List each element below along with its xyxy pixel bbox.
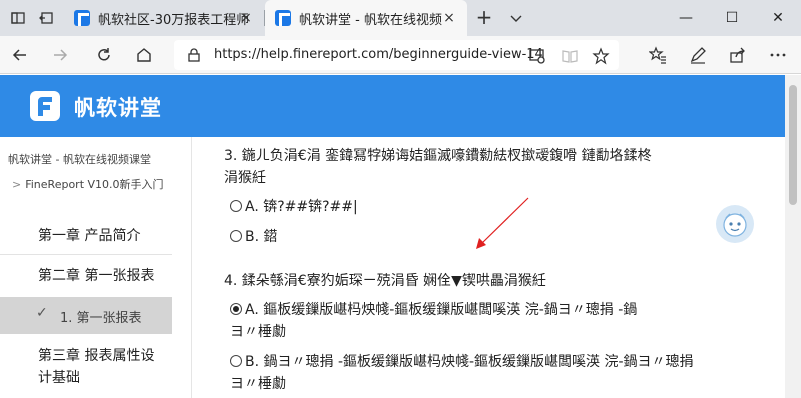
new-tab-button[interactable]: + <box>474 7 494 28</box>
q3-option-b[interactable]: B. 鍣 <box>230 226 278 248</box>
option-label: B. 鍋ヨ〃璁捐 -鏂板缓鏁版嵁杩炴帴-鏂板缓鏁版嵁闆嗘渶 浣-鍋ヨ〃璁捐 <box>245 354 694 370</box>
course-sidebar: 帆软讲堂 - 帆软在线视频课堂 > FineReport V10.0新手入门 第一… <box>0 137 192 398</box>
question-line: 涓猴紝 <box>224 170 266 186</box>
share-icon[interactable] <box>728 45 748 65</box>
course-title: FineReport V10.0新手入门 <box>25 178 164 191</box>
finereport-logo-icon[interactable] <box>29 90 61 122</box>
option-label-continued: ヨ〃棰勮 <box>230 324 286 340</box>
radio-button-selected[interactable] <box>230 303 242 315</box>
more-menu-icon[interactable] <box>768 45 788 65</box>
q3-option-a[interactable]: A. 锛?##锛?##| <box>230 196 358 218</box>
close-window-button[interactable]: ✕ <box>755 0 801 36</box>
url-text[interactable]: https://help.finereport.com/beginnerguid… <box>214 47 543 62</box>
minimize-button[interactable]: — <box>663 0 709 36</box>
radio-button[interactable] <box>230 355 242 367</box>
quiz-content: 3. 鍦ㄦ负涓€涓 銮鍏冩牸娣诲姞鏂滅嚎鐨勬紶杈撳叆鍑嗗 鏈勫垎鍒柊 涓猴紝 A… <box>193 137 785 398</box>
sidebar-item-lesson-active[interactable]: ✓ 1. 第一张报表 <box>0 297 172 334</box>
home-icon[interactable] <box>134 45 154 65</box>
tab-actions-icon[interactable] <box>8 8 28 28</box>
forward-arrow-icon[interactable] <box>50 45 70 65</box>
tab-title: 帆软社区-30万报表工程师、 <box>98 12 248 28</box>
breadcrumb[interactable]: 帆软讲堂 - 帆软在线视频课堂 <box>8 151 151 167</box>
q4-option-a[interactable]: A. 鏂板缓鏁版嵁杩炴帴-鏂板缓鏁版嵁闆嗘渶 浣-鍋ヨ〃璁捐 -鍋 ヨ〃棰勮 <box>230 299 637 343</box>
web-note-pen-icon[interactable] <box>688 45 708 65</box>
sidebar-item-label: 第二章 第一张报表 <box>38 268 155 284</box>
favorite-star-icon[interactable] <box>592 47 610 65</box>
site-header: 帆软讲堂 <box>0 75 785 137</box>
finereport-favicon-icon <box>74 10 90 26</box>
question-3-text: 3. 鍦ㄦ负涓€涓 銮鍏冩牸娣诲姞鏂滅嚎鐨勬紶杈撳叆鍑嗗 鏈勫垎鍒柊 涓猴紝 <box>224 145 652 189</box>
browser-window: 帆软社区-30万报表工程师、 × 帆软讲堂 - 帆软在线视频 × + — ☐ ✕ <box>0 0 801 398</box>
option-label-continued: ヨ〃棰勮 <box>230 376 286 392</box>
tab-close-icon[interactable]: × <box>441 10 457 26</box>
chevron-right-icon: > <box>12 178 22 191</box>
back-arrow-icon[interactable] <box>10 45 30 65</box>
divider <box>0 254 172 255</box>
sidebar-item-chapter-1[interactable]: 第一章 产品简介 <box>0 225 172 245</box>
sidebar-item-label: 第一章 产品简介 <box>38 228 141 244</box>
reading-view-icon[interactable] <box>561 47 579 65</box>
radio-button[interactable] <box>230 200 242 212</box>
label-line-1: 第三章 报表属性设 <box>38 348 155 364</box>
tab-community[interactable]: 帆软社区-30万报表工程师、 × <box>64 0 264 36</box>
tab-title: 帆软讲堂 - 帆软在线视频 <box>299 12 442 28</box>
address-bar[interactable]: https://help.finereport.com/beginnerguid… <box>174 40 619 70</box>
finereport-favicon-icon <box>275 10 291 26</box>
checkmark-icon: ✓ <box>36 305 48 321</box>
page-scrollbar[interactable] <box>785 75 801 398</box>
site-permissions-icon[interactable] <box>528 47 546 65</box>
option-label: A. 锛?##锛?##| <box>245 199 358 215</box>
mascot-avatar-icon[interactable] <box>716 205 754 243</box>
annotation-arrow-icon <box>476 197 529 249</box>
option-label: A. 鏂板缓鏁版嵁杩炴帴-鏂板缓鏁版嵁闆嗘渶 浣-鍋ヨ〃璁捐 -鍋 <box>245 302 638 318</box>
sidebar-item-chapter-2[interactable]: 第二章 第一张报表 <box>0 265 172 285</box>
tab-strip: 帆软社区-30万报表工程师、 × 帆软讲堂 - 帆软在线视频 × + — ☐ ✕ <box>0 0 801 36</box>
site-title[interactable]: 帆软讲堂 <box>74 92 162 122</box>
refresh-icon[interactable] <box>94 45 114 65</box>
sidebar-item-chapter-3[interactable]: 第三章 报表属性设 计基础 <box>0 345 172 389</box>
q4-option-b[interactable]: B. 鍋ヨ〃璁捐 -鏂板缓鏁版嵁杩炴帴-鏂板缓鏁版嵁闆嗘渶 浣-鍋ヨ〃璁捐 ヨ〃… <box>230 351 694 395</box>
back-to-tab-icon[interactable] <box>36 8 56 28</box>
lock-icon[interactable] <box>186 47 202 63</box>
option-label: B. 鍣 <box>245 229 278 245</box>
tab-lecture[interactable]: 帆软讲堂 - 帆软在线视频 × <box>265 0 467 36</box>
favorites-icon[interactable] <box>648 45 668 65</box>
course-link[interactable]: > FineReport V10.0新手入门 <box>12 176 164 192</box>
sidebar-item-label: 1. 第一张报表 <box>60 311 142 326</box>
tab-list-chevron-icon[interactable] <box>506 8 526 28</box>
navigation-bar: https://help.finereport.com/beginnerguid… <box>0 36 801 74</box>
sidebar-item-label: 第三章 报表属性设 计基础 <box>38 345 154 389</box>
question-4-text: 4. 鍒朵綔涓€寮犳姤琛ㄧ殑涓昏 娴佺▼锲哄畾涓猴紝 <box>224 273 546 289</box>
question-line: 3. 鍦ㄦ负涓€涓 銮鍏冩牸娣诲姞鏂滅嚎鐨勬紶杈撳叆鍑嗗 鏈勫垎鍒柊 <box>224 148 652 164</box>
scrollbar-thumb[interactable] <box>789 85 797 205</box>
label-line-2: 计基础 <box>38 370 80 386</box>
maximize-button[interactable]: ☐ <box>709 0 755 36</box>
tab-close-icon[interactable]: × <box>238 10 254 26</box>
radio-button[interactable] <box>230 230 242 242</box>
